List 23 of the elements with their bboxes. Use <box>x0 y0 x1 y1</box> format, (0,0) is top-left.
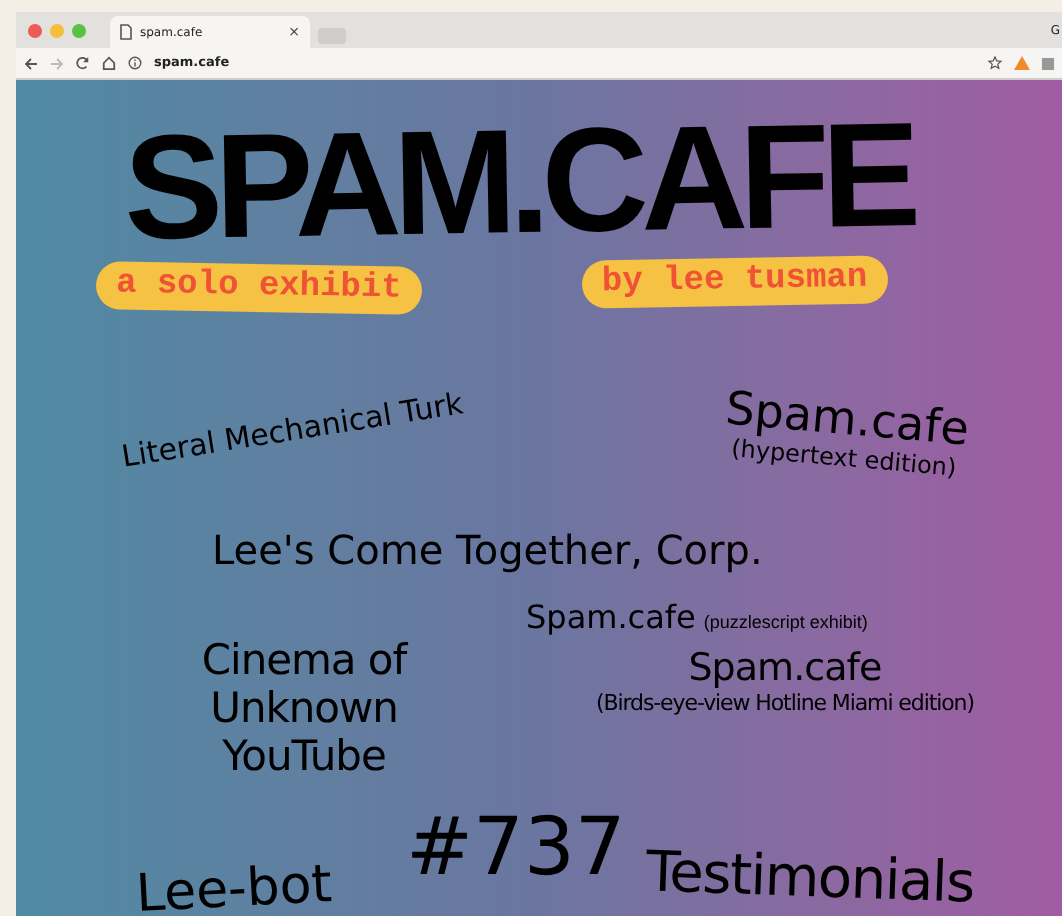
exhibit-link[interactable]: Literal Mechanical Turk <box>118 381 467 480</box>
reload-icon[interactable] <box>76 56 90 70</box>
close-window-icon[interactable] <box>28 23 42 37</box>
maximize-window-icon[interactable] <box>72 23 86 37</box>
star-icon[interactable] <box>988 56 1002 70</box>
home-icon[interactable] <box>102 56 116 70</box>
exhibit-link[interactable]: Lee-bot <box>134 846 334 916</box>
tagline: by lee tusman <box>581 255 888 309</box>
exhibit-link[interactable]: Testimonials <box>644 830 976 916</box>
minimize-window-icon[interactable] <box>50 23 64 37</box>
page-icon <box>120 24 132 40</box>
back-icon[interactable] <box>24 57 38 69</box>
exhibit-link[interactable]: Spam.cafe <box>688 648 882 690</box>
exhibit-note[interactable]: (Birds-eye-view Hotline Miami edition) <box>596 690 974 718</box>
exhibit-link[interactable]: #737 <box>406 804 626 892</box>
forward-icon[interactable] <box>50 57 64 69</box>
site-title: SPAM.CAFE <box>122 109 914 255</box>
exhibit-note[interactable]: (puzzlescript exhibit) <box>703 610 868 637</box>
exhibit-link[interactable]: Lee's Come Together, Corp. <box>212 520 763 580</box>
exhibit-link[interactable]: Cinema of Unknown YouTube <box>124 636 484 780</box>
info-icon <box>128 56 142 70</box>
tagline: a solo exhibit <box>95 261 423 315</box>
exhibit-link[interactable]: Spam.cafe <box>526 594 696 642</box>
